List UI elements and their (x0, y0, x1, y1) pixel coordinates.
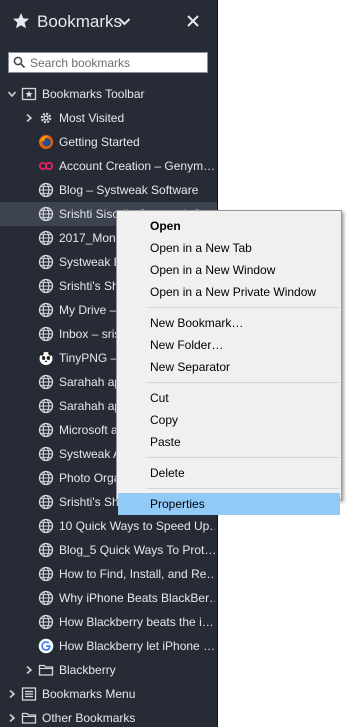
bookmark-row[interactable]: How Blackberry let iPhone … (0, 634, 217, 658)
tree-item-label: Blackberry (59, 663, 116, 677)
bookmark-row[interactable]: How to Find, Install, and Re… (0, 562, 217, 586)
menu-item-open-in-a-new-tab[interactable]: Open in a New Tab (118, 237, 340, 259)
close-icon[interactable] (186, 14, 200, 28)
tree-item-label: Why iPhone Beats BlackBer… (59, 591, 215, 605)
folder-icon (38, 664, 54, 676)
menu-item-label: Cut (150, 391, 169, 405)
tree-item-label: Blog_5 Quick Ways To Prot… (59, 543, 215, 557)
tree-item-label: Getting Started (59, 135, 140, 149)
menu-item-open-in-a-new-window[interactable]: Open in a New Window (118, 259, 340, 281)
tree-item-label: How to Find, Install, and Re… (59, 567, 215, 581)
tree-item-label: Other Bookmarks (42, 711, 136, 725)
menu-separator (147, 488, 339, 489)
twisty-collapsed-icon[interactable] (25, 114, 33, 122)
search-box[interactable] (8, 52, 208, 73)
globe-icon (38, 398, 54, 414)
globe-icon (38, 374, 54, 390)
globe-icon (38, 470, 54, 486)
globe-icon (38, 566, 54, 582)
menu-item-label: New Separator (150, 360, 231, 374)
menu-separator (147, 307, 339, 308)
menu-item-cut[interactable]: Cut (118, 387, 340, 409)
menu-item-open-in-a-new-private-window[interactable]: Open in a New Private Window (118, 281, 340, 303)
bookmark-row[interactable]: Account Creation – Genym… (0, 154, 217, 178)
google-icon (38, 638, 54, 654)
globe-icon (38, 518, 54, 534)
globe-icon (38, 230, 54, 246)
tinypng-panda-icon (39, 351, 53, 365)
star-icon (13, 13, 29, 29)
search-input[interactable] (30, 54, 205, 71)
globe-icon (38, 182, 54, 198)
tree-folder-row[interactable]: Blackberry (0, 658, 217, 682)
sidebar-header: Bookmarks (0, 0, 217, 44)
twisty-collapsed-icon[interactable] (8, 690, 16, 698)
globe-icon (38, 614, 54, 630)
menu-item-label: Delete (150, 466, 185, 480)
menu-item-properties[interactable]: Properties (118, 493, 340, 515)
twisty-collapsed-icon[interactable] (25, 666, 33, 674)
menu-item-new-bookmark[interactable]: New Bookmark… (118, 312, 340, 334)
menu-item-label: Open in a New Window (150, 263, 276, 277)
menu-item-copy[interactable]: Copy (118, 409, 340, 431)
bookmark-row[interactable]: Getting Started (0, 130, 217, 154)
tree-item-label: Blog – Systweak Software (59, 183, 199, 197)
globe-icon (38, 446, 54, 462)
bookmarks-menu-icon (21, 687, 37, 701)
sidebar-title[interactable]: Bookmarks (37, 11, 122, 33)
menu-item-label: Open (150, 219, 181, 233)
tree-item-label: How Blackberry beats the i… (59, 615, 214, 629)
tree-folder-row[interactable]: Most Visited (0, 106, 217, 130)
menu-separator (147, 382, 339, 383)
menu-item-label: Properties (150, 497, 205, 511)
menu-item-label: Copy (150, 413, 179, 427)
genymotion-icon (38, 161, 54, 171)
tree-item-label: Bookmarks Toolbar (42, 87, 145, 101)
tree-item-label: 10 Quick Ways to Speed Up… (59, 519, 215, 533)
globe-icon (38, 422, 54, 438)
globe-icon (38, 326, 54, 342)
globe-icon (38, 542, 54, 558)
menu-item-new-folder[interactable]: New Folder… (118, 334, 340, 356)
context-menu: Open Open in a New Tab Open in a New Windo… (116, 210, 342, 515)
bookmarks-toolbar-icon (21, 87, 37, 101)
globe-icon (38, 590, 54, 606)
bookmark-row[interactable]: Why iPhone Beats BlackBer… (0, 586, 217, 610)
menu-item-label: New Folder… (150, 338, 224, 352)
twisty-expanded-icon[interactable] (8, 90, 16, 98)
globe-icon (38, 206, 54, 222)
menu-item-new-separator[interactable]: New Separator (118, 356, 340, 378)
firefox-icon (39, 135, 53, 149)
tree-item-label: Account Creation – Genym… (59, 159, 215, 173)
menu-item-open[interactable]: Open (118, 215, 340, 237)
menu-item-label: Paste (150, 435, 181, 449)
search-icon (13, 56, 26, 69)
tree-folder-row[interactable]: Bookmarks Toolbar (0, 82, 217, 106)
menu-item-delete[interactable]: Delete (118, 462, 340, 484)
menu-item-paste[interactable]: Paste (118, 431, 340, 453)
tree-item-label: Most Visited (59, 111, 125, 125)
menu-item-label: New Bookmark… (150, 316, 244, 330)
chevron-down-icon[interactable] (118, 15, 131, 28)
menu-item-label: Open in a New Tab (150, 241, 252, 255)
menu-item-label: Open in a New Private Window (150, 285, 317, 299)
globe-icon (38, 302, 54, 318)
bookmark-row[interactable]: How Blackberry beats the i… (0, 610, 217, 634)
globe-icon (38, 278, 54, 294)
tree-folder-row[interactable]: Bookmarks Menu (0, 682, 217, 706)
twisty-collapsed-icon[interactable] (8, 714, 16, 722)
tree-item-label: How Blackberry let iPhone … (59, 639, 215, 653)
tree-item-label: Bookmarks Menu (42, 687, 136, 701)
gear-icon (40, 112, 52, 124)
folder-icon (21, 712, 37, 724)
bookmark-row[interactable]: Blog_5 Quick Ways To Prot… (0, 538, 217, 562)
bookmark-row[interactable]: Blog – Systweak Software (0, 178, 217, 202)
bookmark-row[interactable]: 10 Quick Ways to Speed Up… (0, 514, 217, 538)
tree-folder-row[interactable]: Other Bookmarks (0, 706, 217, 727)
globe-icon (38, 254, 54, 270)
menu-separator (147, 457, 339, 458)
globe-icon (38, 494, 54, 510)
